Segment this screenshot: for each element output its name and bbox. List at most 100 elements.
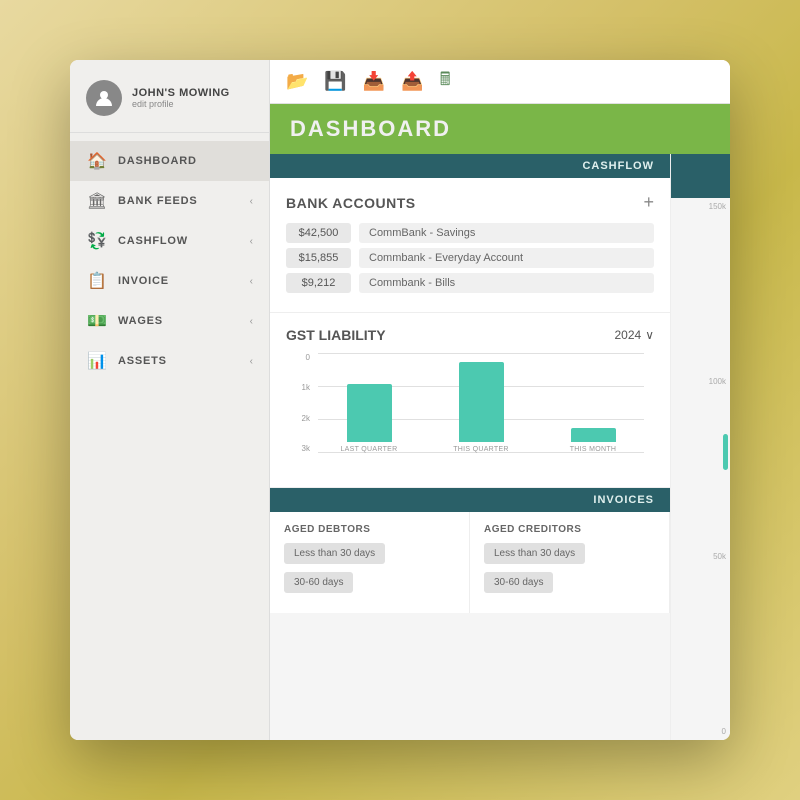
right-panel-cashflow-header: [671, 154, 730, 198]
aged-debtors-tag-row-2: 30-60 days: [284, 572, 455, 597]
bank-accounts-title: BANK ACCOUNTS: [286, 195, 416, 211]
upload-icon[interactable]: 📤: [401, 71, 423, 92]
sidebar-item-assets[interactable]: 📊 ASSETS ‹: [70, 341, 269, 381]
nav-label-cashflow: CASHFLOW: [118, 235, 240, 247]
sidebar-item-wages[interactable]: 💵 WAGES ‹: [70, 301, 269, 341]
nav-label-assets: ASSETS: [118, 355, 240, 367]
main-panel: CASHFLOW BANK ACCOUNTS + $42,500 CommBan…: [270, 154, 670, 740]
aged-debtors-tag-row: Less than 30 days: [284, 543, 455, 568]
toolbar: 📂 💾 📥 📤 🖩: [270, 60, 730, 104]
bank-name-1: CommBank - Savings: [359, 223, 654, 243]
bar-this-quarter-label: THIS QUARTER: [453, 446, 509, 453]
gst-title: GST LIABILITY: [286, 327, 386, 343]
bar-last-quarter-fill: [347, 384, 392, 442]
gst-liability-card: GST LIABILITY 2024 ∨ 3k 2k 1k: [270, 313, 670, 488]
home-icon: 🏠: [86, 151, 108, 171]
profile-name: JOHN'S MOWING: [132, 87, 230, 99]
sidebar-item-invoice[interactable]: 📋 INVOICE ‹: [70, 261, 269, 301]
nav-label-bank-feeds: BANK FEEDS: [118, 195, 240, 207]
aged-creditors-tag-2[interactable]: 30-60 days: [484, 572, 553, 593]
bar-this-month-fill: [571, 428, 616, 442]
aged-creditors-tag-row: Less than 30 days: [484, 543, 655, 568]
bar-this-quarter-fill: [459, 362, 504, 442]
nav-label-dashboard: DASHBOARD: [118, 155, 253, 167]
right-y-label-150k: 150k: [709, 202, 726, 211]
sidebar-item-cashflow[interactable]: 💱 CASHFLOW ‹: [70, 221, 269, 261]
y-label-1k: 1k: [286, 383, 310, 392]
bar-this-month-label: THIS MONTH: [570, 446, 617, 453]
bank-name-3: Commbank - Bills: [359, 273, 654, 293]
page-header: DASHBOARD: [270, 104, 730, 154]
right-panel-chart-labels: 150k 100k 50k 0: [671, 198, 730, 740]
chevron-icon: ‹: [250, 236, 253, 247]
bank-amount-2: $15,855: [286, 248, 351, 268]
nav-label-invoice: INVOICE: [118, 275, 240, 287]
aged-creditors-title: AGED CREDITORS: [484, 524, 655, 535]
gst-chevron-icon: ∨: [645, 328, 654, 342]
y-label-2k: 2k: [286, 414, 310, 423]
bar-last-quarter: LAST QUARTER: [318, 384, 420, 453]
y-label-3k: 3k: [286, 444, 310, 453]
profile-info: JOHN'S MOWING edit profile: [132, 87, 230, 109]
bank-amount-3: $9,212: [286, 273, 351, 293]
calculator-icon[interactable]: 🖩: [440, 67, 451, 97]
y-label-0: 0: [286, 353, 310, 362]
cashflow-icon: 💱: [86, 231, 108, 251]
right-y-label-100k: 100k: [709, 377, 726, 386]
aged-debtors-title: AGED DEBTORS: [284, 524, 455, 535]
bank-accounts-header: BANK ACCOUNTS +: [286, 192, 654, 213]
add-account-button[interactable]: +: [643, 192, 654, 213]
aged-creditors-tag-row-2: 30-60 days: [484, 572, 655, 597]
bank-name-2: Commbank - Everyday Account: [359, 248, 654, 268]
bar-this-month: THIS MONTH: [542, 428, 644, 453]
bank-account-row: $9,212 Commbank - Bills: [286, 273, 654, 293]
gst-year-selector[interactable]: 2024 ∨: [615, 328, 655, 342]
aged-debtors-tag-2[interactable]: 30-60 days: [284, 572, 353, 593]
bank-accounts-card: BANK ACCOUNTS + $42,500 CommBank - Savin…: [270, 178, 670, 313]
bottom-cards: AGED DEBTORS Less than 30 days 30-60 day…: [270, 512, 670, 613]
gst-chart: 3k 2k 1k 0: [286, 353, 654, 473]
chevron-icon: ‹: [250, 316, 253, 327]
gst-header: GST LIABILITY 2024 ∨: [286, 327, 654, 343]
sidebar-item-bank-feeds[interactable]: 🏛 BANK FEEDS ‹: [70, 181, 269, 221]
bank-amount-1: $42,500: [286, 223, 351, 243]
invoice-icon: 📋: [86, 271, 108, 291]
sidebar: JOHN'S MOWING edit profile 🏠 DASHBOARD 🏛…: [70, 60, 270, 740]
bank-account-row: $15,855 Commbank - Everyday Account: [286, 248, 654, 268]
chevron-icon: ‹: [250, 356, 253, 367]
bank-account-row: $42,500 CommBank - Savings: [286, 223, 654, 243]
y-axis: 3k 2k 1k 0: [286, 353, 314, 453]
chart-bars: LAST QUARTER THIS QUARTER THIS MONTH: [318, 353, 644, 453]
chevron-icon: ‹: [250, 276, 253, 287]
bar-last-quarter-label: LAST QUARTER: [340, 446, 397, 453]
aged-debtors-tag-1[interactable]: Less than 30 days: [284, 543, 385, 564]
cashflow-label: CASHFLOW: [582, 160, 654, 172]
wages-icon: 💵: [86, 311, 108, 331]
chevron-icon: ‹: [250, 196, 253, 207]
edit-profile-link[interactable]: edit profile: [132, 99, 230, 109]
save-icon[interactable]: 💾: [324, 71, 346, 92]
invoices-label: INVOICES: [593, 494, 654, 506]
right-panel: 150k 100k 50k 0: [670, 154, 730, 740]
bank-icon: 🏛: [86, 191, 108, 211]
app-window: JOHN'S MOWING edit profile 🏠 DASHBOARD 🏛…: [70, 60, 730, 740]
cashflow-section-header: CASHFLOW: [270, 154, 670, 178]
gst-year-label: 2024: [615, 328, 642, 342]
sidebar-profile: JOHN'S MOWING edit profile: [70, 60, 269, 133]
bar-this-quarter: THIS QUARTER: [430, 362, 532, 453]
aged-creditors-tag-1[interactable]: Less than 30 days: [484, 543, 585, 564]
folder-open-icon[interactable]: 📂: [286, 71, 308, 92]
download-icon[interactable]: 📥: [363, 71, 385, 92]
nav-label-wages: WAGES: [118, 315, 240, 327]
invoices-section-header: INVOICES: [270, 488, 670, 512]
right-y-label-0: 0: [722, 727, 726, 736]
sidebar-item-dashboard[interactable]: 🏠 DASHBOARD: [70, 141, 269, 181]
sidebar-nav: 🏠 DASHBOARD 🏛 BANK FEEDS ‹ 💱 CASHFLOW ‹ …: [70, 133, 269, 381]
main-content: 📂 💾 📥 📤 🖩 DASHBOARD CASHFLOW BANK ACCOUN…: [270, 60, 730, 740]
aged-debtors-card: AGED DEBTORS Less than 30 days 30-60 day…: [270, 512, 470, 613]
scroll-indicator[interactable]: [723, 434, 728, 470]
aged-creditors-card: AGED CREDITORS Less than 30 days 30-60 d…: [470, 512, 670, 613]
avatar: [86, 80, 122, 116]
assets-icon: 📊: [86, 351, 108, 371]
right-y-label-50k: 50k: [713, 552, 726, 561]
